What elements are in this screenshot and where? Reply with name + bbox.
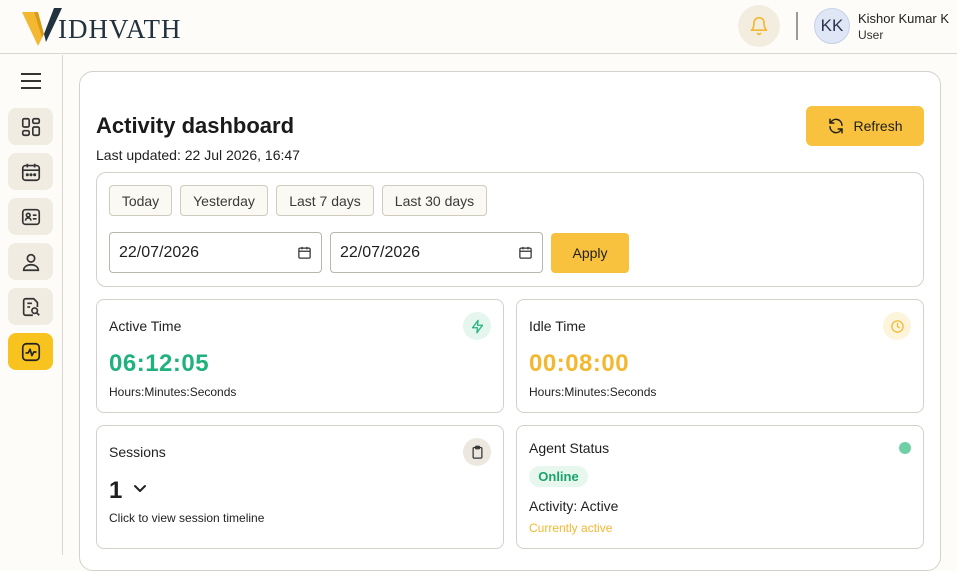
id-card-icon xyxy=(21,208,40,225)
user-icon xyxy=(22,253,39,271)
sessions-badge xyxy=(463,438,491,466)
sidebar xyxy=(0,55,63,555)
range-last-7-days-button[interactable]: Last 7 days xyxy=(276,185,374,216)
sidebar-item-id-card[interactable] xyxy=(8,198,53,235)
calendar-picker-icon[interactable] xyxy=(518,245,533,260)
idle-time-unit: Hours:Minutes:Seconds xyxy=(529,385,657,399)
notifications-button[interactable] xyxy=(738,5,780,47)
refresh-icon xyxy=(829,118,844,134)
status-indicator-dot xyxy=(899,442,911,454)
activity-pulse-icon xyxy=(21,342,40,361)
top-bar: IDHVATH KK Kishor Kumar K User xyxy=(0,0,957,54)
user-role: User xyxy=(858,28,884,42)
refresh-button[interactable]: Refresh xyxy=(806,106,924,146)
logo-mark-icon xyxy=(22,8,62,46)
clock-icon xyxy=(890,319,904,333)
sidebar-item-dashboard[interactable] xyxy=(8,108,53,145)
idle-time-value: 00:08:00 xyxy=(529,350,630,377)
header-divider xyxy=(796,12,798,40)
hamburger-icon xyxy=(21,73,41,89)
menu-toggle-button[interactable] xyxy=(19,71,43,91)
sessions-label: Sessions xyxy=(109,444,166,460)
range-last-30-days-button[interactable]: Last 30 days xyxy=(382,185,487,216)
apply-button[interactable]: Apply xyxy=(551,233,629,273)
range-today-button[interactable]: Today xyxy=(109,185,172,216)
user-name: Kishor Kumar K xyxy=(858,11,950,26)
start-date-value: 22/07/2026 xyxy=(119,243,200,261)
refresh-label: Refresh xyxy=(853,118,903,134)
avatar[interactable]: KK xyxy=(814,8,850,44)
sidebar-item-reports[interactable] xyxy=(8,288,53,325)
status-badge: Online xyxy=(529,466,588,487)
idle-time-label: Idle Time xyxy=(529,318,586,334)
dashboard-grid-icon xyxy=(21,117,40,136)
sidebar-item-activity[interactable] xyxy=(8,333,53,370)
report-search-icon xyxy=(22,297,40,316)
bell-icon xyxy=(750,16,768,36)
agent-activity-text: Activity: Active xyxy=(529,498,619,514)
page-title: Activity dashboard xyxy=(96,113,295,138)
logo-text: IDHVATH xyxy=(58,14,182,44)
sessions-hint: Click to view session timeline xyxy=(109,511,265,525)
active-time-label: Active Time xyxy=(109,318,182,334)
active-time-value: 06:12:05 xyxy=(109,350,210,377)
lightning-icon xyxy=(471,319,483,333)
agent-status-label: Agent Status xyxy=(529,440,610,456)
sidebar-item-user[interactable] xyxy=(8,243,53,280)
idle-time-badge xyxy=(883,312,911,340)
clipboard-icon xyxy=(472,445,482,459)
sessions-count: 1 xyxy=(109,477,123,504)
agent-activity-detail: Currently active xyxy=(529,521,613,535)
start-date-input[interactable]: 22/07/2026 xyxy=(109,232,322,273)
end-date-value: 22/07/2026 xyxy=(340,243,421,261)
active-time-badge xyxy=(463,312,491,340)
sidebar-item-calendar[interactable] xyxy=(8,153,53,190)
active-time-unit: Hours:Minutes:Seconds xyxy=(109,385,237,399)
brand-logo[interactable]: IDHVATH xyxy=(22,6,182,46)
calendar-icon xyxy=(21,163,40,181)
calendar-picker-icon[interactable] xyxy=(297,245,312,260)
end-date-input[interactable]: 22/07/2026 xyxy=(330,232,543,273)
last-updated-text: Last updated: 22 Jul 2026, 16:47 xyxy=(96,147,300,163)
range-yesterday-button[interactable]: Yesterday xyxy=(180,185,268,216)
chevron-down-icon[interactable] xyxy=(133,484,147,494)
